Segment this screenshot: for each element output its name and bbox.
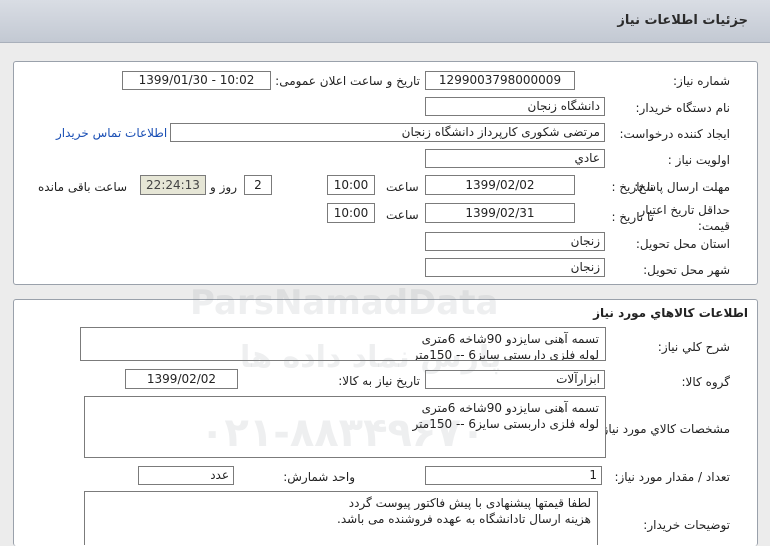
need-number-label: شماره نیاز: bbox=[673, 74, 730, 88]
priority-label: اولویت نیاز : bbox=[667, 153, 730, 167]
goods-specs-field[interactable]: تسمه آهنی سایزدو 90شاخه 6متری لوله فلزی … bbox=[84, 396, 606, 458]
announce-datetime-label: تاریخ و ساعت اعلان عمومی: bbox=[275, 74, 420, 88]
validity-time-label: ساعت bbox=[386, 208, 419, 222]
general-desc-label: شرح کلي نياز: bbox=[657, 340, 730, 354]
page-title: جزئیات اطلاعات نیاز bbox=[617, 13, 748, 28]
goods-info-section-title: اطلاعات کالاهاي مورد نياز bbox=[593, 306, 748, 320]
validity-time-field[interactable]: 10:00 bbox=[327, 203, 375, 223]
remaining-time-field: 22:24:13 bbox=[140, 175, 206, 195]
buyer-notes-field[interactable]: لطفا قیمتها پیشنهادی با پیش فاکتور پیوست… bbox=[84, 491, 598, 545]
quantity-field[interactable]: 1 bbox=[425, 466, 602, 485]
validity-to-date-label: تا تاریخ : bbox=[611, 210, 654, 224]
need-info-panel bbox=[13, 61, 758, 285]
requester-label: ایجاد کننده درخواست: bbox=[619, 127, 730, 141]
deadline-to-date-label: تا تاریخ : bbox=[611, 180, 654, 194]
remaining-label: ساعت باقی مانده bbox=[38, 180, 128, 194]
need-date-field[interactable]: 1399/02/02 bbox=[125, 369, 238, 389]
city-field[interactable]: زنجان bbox=[425, 258, 605, 277]
priority-field[interactable]: عادي bbox=[425, 149, 605, 168]
unit-label: واحد شمارش: bbox=[283, 470, 355, 484]
need-number-field[interactable]: 1299003798000009 bbox=[425, 71, 575, 90]
requester-field[interactable]: مرتضی شکوری کارپرداز دانشگاه زنجان bbox=[170, 123, 605, 142]
deadline-date-field[interactable]: 1399/02/02 bbox=[425, 175, 575, 195]
validity-date-field[interactable]: 1399/02/31 bbox=[425, 203, 575, 223]
days-remaining-field[interactable]: 2 bbox=[244, 175, 272, 195]
city-label: شهر محل تحویل: bbox=[643, 263, 730, 277]
goods-group-label: گروه کالا: bbox=[681, 375, 731, 389]
province-label: استان محل تحویل: bbox=[635, 237, 730, 251]
buyer-contact-link[interactable]: اطلاعات تماس خریدار bbox=[56, 126, 167, 140]
need-date-label: تاریخ نیاز به کالا: bbox=[338, 374, 420, 388]
announce-datetime-field[interactable]: 1399/01/30 - 10:02 bbox=[122, 71, 271, 90]
deadline-time-field[interactable]: 10:00 bbox=[327, 175, 375, 195]
buyer-notes-label: توضیحات خریدار: bbox=[643, 518, 730, 532]
day-and-label: روز و bbox=[210, 180, 237, 194]
deadline-time-label: ساعت bbox=[386, 180, 419, 194]
goods-group-field[interactable]: ابزارآلات bbox=[425, 370, 605, 389]
quantity-label: تعداد / مقدار مورد نیاز: bbox=[614, 470, 730, 484]
buyer-org-label: نام دستگاه خریدار: bbox=[635, 101, 731, 115]
unit-field[interactable]: عدد bbox=[138, 466, 234, 485]
province-field[interactable]: زنجان bbox=[425, 232, 605, 251]
goods-specs-label: مشخصات کالاي مورد نياز: bbox=[598, 422, 730, 436]
buyer-org-field[interactable]: دانشگاه زنجان bbox=[425, 97, 605, 116]
general-desc-field[interactable]: تسمه آهنی سایزدو 90شاخه 6متری لوله فلزی … bbox=[80, 327, 606, 361]
